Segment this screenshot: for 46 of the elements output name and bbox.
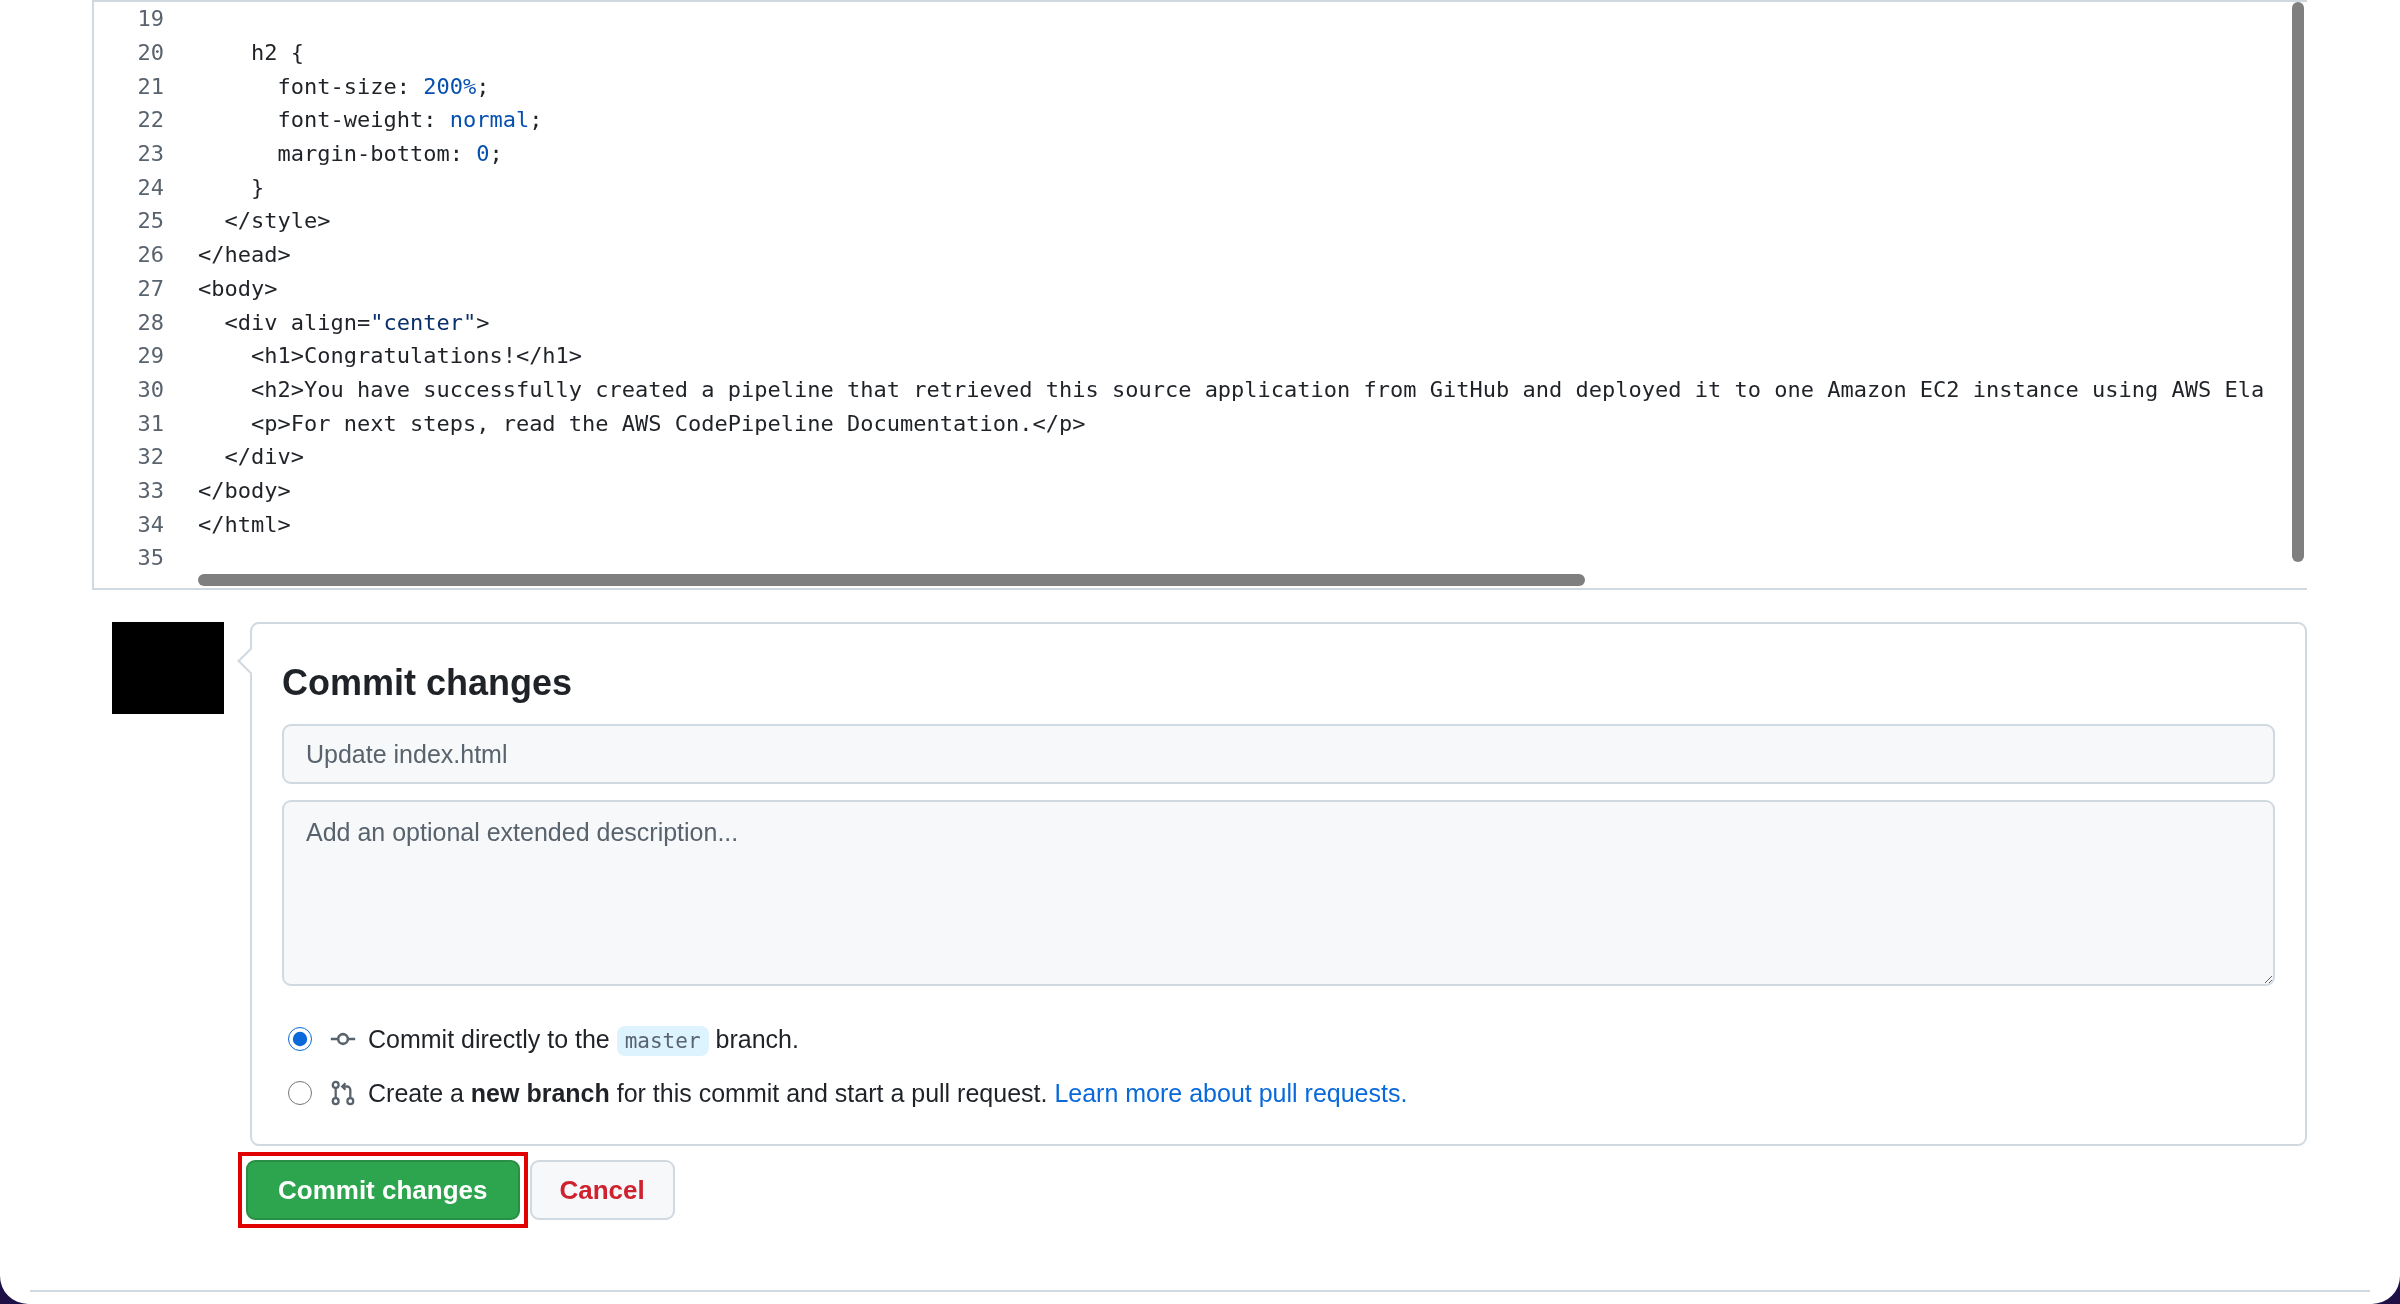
option-label: Commit directly to the master branch.	[368, 1024, 799, 1054]
line-number: 25	[136, 208, 164, 234]
line-number: 35	[136, 545, 164, 571]
code-line: <h1>Congratulations!</h1>	[249, 343, 583, 369]
line-number: 22	[136, 107, 164, 133]
vertical-scrollbar[interactable]	[2292, 2, 2304, 562]
cancel-button[interactable]: Cancel	[529, 1160, 675, 1220]
radio-button[interactable]	[288, 1081, 312, 1105]
line-number: 19	[136, 6, 164, 32]
radio-button[interactable]	[288, 1027, 312, 1051]
line-number: 28	[136, 309, 164, 335]
horizontal-scrollbar[interactable]	[198, 574, 1585, 586]
line-number: 26	[136, 242, 164, 268]
code-line: </html>	[198, 511, 291, 537]
summary-field[interactable]: Update index.html	[282, 724, 2275, 784]
code-line: <div align="center">	[223, 309, 490, 335]
line-number: 33	[136, 477, 164, 503]
option-label: Create a new branch for this commit and start a pull request. Learn more about pull requests.	[368, 1078, 1408, 1108]
pull-request-icon	[330, 1080, 356, 1106]
code-line: font-weight: normal;	[276, 107, 543, 133]
commit-button[interactable]: Commit changes	[246, 1160, 520, 1220]
code-line: margin-bottom: 0;	[276, 141, 503, 167]
code-line: h2 {	[249, 40, 304, 66]
line-number: 30	[136, 376, 164, 402]
code-line: </body>	[198, 477, 291, 503]
line-number: 29	[136, 343, 164, 369]
code-line: <h2>You have successfully created a pipeline that retrieved this source application from GitHub and deployed it to one Amazon EC2 instance using AWS Ela	[249, 376, 2265, 402]
line-number: 24	[136, 174, 164, 200]
code-line: </div>	[223, 444, 304, 470]
line-number: 21	[136, 73, 164, 99]
learn-more-link[interactable]: Learn more about pull requests.	[1054, 1078, 1408, 1107]
form-title: Commit changes	[282, 662, 574, 704]
code-line: </style>	[223, 208, 331, 234]
branch-name: master	[616, 1025, 709, 1056]
line-number: 32	[136, 444, 164, 470]
code-line: </head>	[198, 242, 291, 268]
line-number: 27	[136, 275, 164, 301]
code-line: }	[249, 174, 265, 200]
code-line: font-size: 200%;	[276, 73, 490, 99]
line-number: 31	[136, 410, 164, 436]
line-number: 23	[136, 141, 164, 167]
code-line: <body>	[198, 275, 278, 301]
line-number: 20	[136, 40, 164, 66]
line-number: 34	[136, 511, 164, 537]
code-line: <p>For next steps, read the AWS CodePipeline Documentation.</p>	[249, 410, 1086, 436]
description-field[interactable]: Add an optional extended description...	[282, 800, 2275, 986]
